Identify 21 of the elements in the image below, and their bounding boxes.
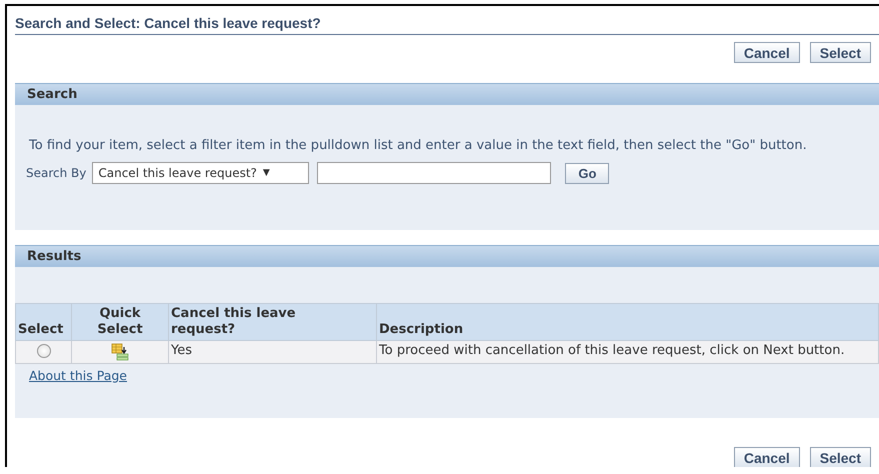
table-cell: Yes — [168, 340, 376, 364]
column-header: Select — [16, 304, 72, 340]
dialog-button[interactable]: Cancel — [734, 447, 800, 467]
dialog-button[interactable]: Select — [810, 447, 871, 467]
select-radio[interactable] — [36, 344, 50, 358]
search-field[interactable] — [317, 162, 552, 184]
section-header: Search — [15, 83, 879, 105]
column-header: Quick Select — [72, 304, 168, 340]
quick-select-icon[interactable] — [111, 343, 129, 361]
section-header: Results — [15, 245, 879, 267]
search-by-label: Search By — [26, 166, 86, 180]
instructions-text: To find your item, select a filter item in the pulldown list and enter a value in the text field, then select the "Go" button. — [29, 137, 808, 154]
column-header: Description — [376, 304, 878, 340]
column-header: Cancel this leave request? — [168, 304, 376, 340]
table-cell: To proceed with cancellation of this leave request, click on Next button. — [376, 340, 878, 364]
dialog-button[interactable]: Select — [810, 42, 871, 63]
filter-dropdown[interactable]: Cancel this leave request? ▼ — [92, 162, 310, 184]
about-page-link[interactable]: About this Page — [29, 368, 127, 383]
go-button[interactable]: Go — [565, 162, 610, 184]
dialog-button[interactable]: Cancel — [734, 42, 800, 63]
page-title: Search and Select: Cancel this leave request? — [15, 15, 879, 35]
